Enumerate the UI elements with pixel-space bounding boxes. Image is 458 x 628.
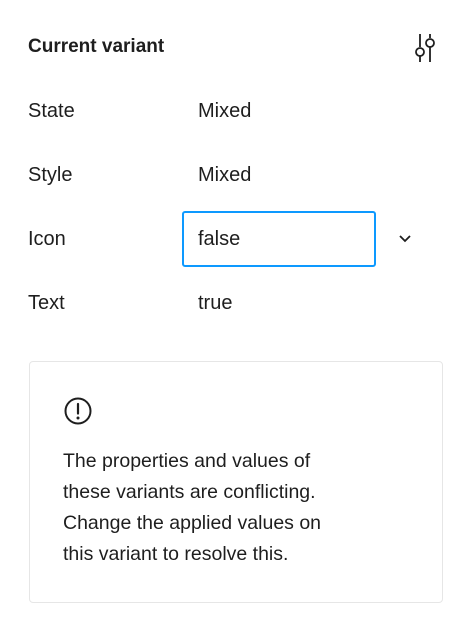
panel-header: Current variant	[28, 30, 442, 66]
chevron-down-icon[interactable]	[394, 228, 416, 250]
select-value: false	[198, 228, 241, 250]
warning-line: this variant to resolve this.	[63, 543, 289, 565]
warning-line: these variants are conflicting.	[63, 481, 316, 503]
property-value: true	[198, 292, 233, 314]
property-row-text: Text true	[28, 284, 428, 324]
current-variant-panel: Current variant State Mixed Style Mixed …	[0, 0, 458, 628]
property-value: Mixed	[198, 164, 252, 186]
property-label: Style	[28, 164, 73, 186]
variant-settings-button[interactable]	[410, 30, 440, 64]
property-row-state: State Mixed	[28, 92, 428, 132]
property-row-icon: Icon false	[28, 211, 428, 267]
alert-circle-icon	[64, 397, 92, 425]
conflict-warning: The properties and values of these varia…	[29, 361, 443, 603]
warning-message: The properties and values of these varia…	[63, 446, 393, 570]
property-row-style: Style Mixed	[28, 156, 428, 196]
icon-value-select[interactable]: false	[182, 211, 376, 267]
adjust-sliders-icon	[415, 34, 435, 62]
property-label: State	[28, 100, 75, 122]
panel-title: Current variant	[28, 36, 165, 57]
property-label: Text	[28, 292, 65, 314]
property-value: Mixed	[198, 100, 252, 122]
warning-line: The properties and values of	[63, 450, 311, 472]
warning-line: Change the applied values on	[63, 512, 322, 534]
property-label: Icon	[28, 228, 66, 250]
